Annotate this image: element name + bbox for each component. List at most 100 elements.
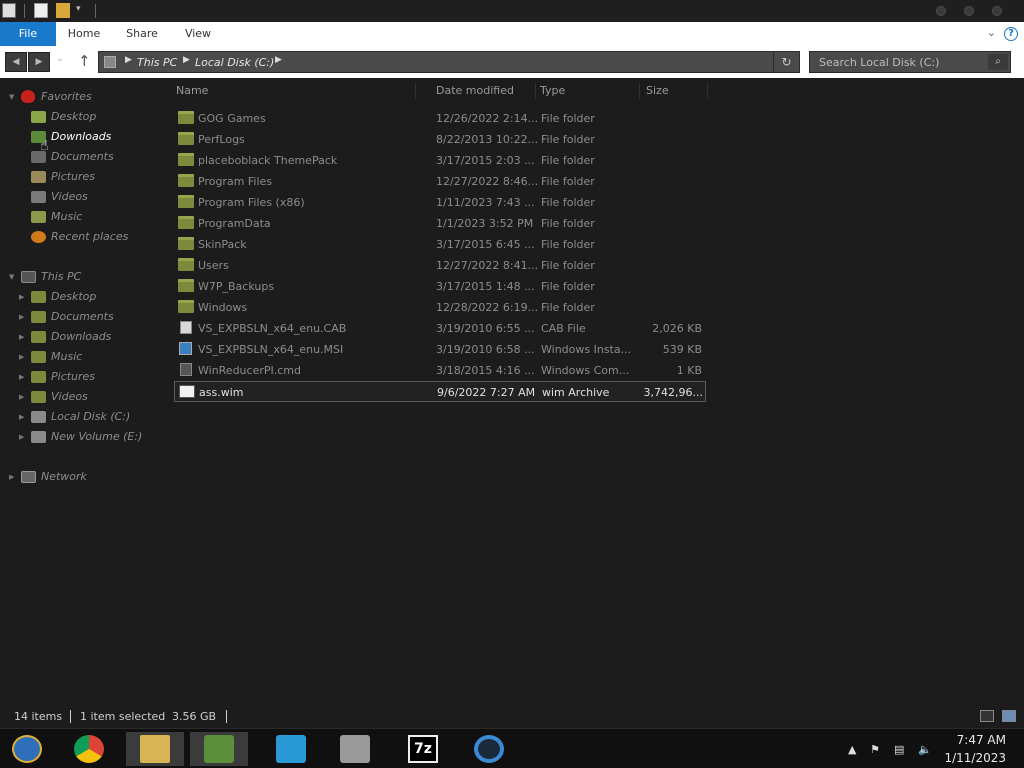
nav-pc-desktop[interactable]: ▶ Desktop: [19, 288, 96, 306]
minimize-button[interactable]: [936, 6, 946, 16]
file-row[interactable]: Windows 12/28/2022 6:19... File folder: [174, 297, 706, 318]
expand-ribbon-icon[interactable]: ⌄: [987, 26, 996, 39]
taskbar-7zip[interactable]: 7z: [394, 732, 452, 766]
collapsed-chevron-icon[interactable]: ▶: [19, 328, 24, 346]
close-button[interactable]: [992, 6, 1002, 16]
up-button[interactable]: ↑: [78, 52, 91, 70]
file-row[interactable]: placeboblack ThemePack 3/17/2015 2:03 ...…: [174, 150, 706, 171]
large-icons-view-icon[interactable]: [1002, 710, 1016, 722]
nav-favorite-downloads[interactable]: Downloads: [31, 128, 111, 146]
clock-date[interactable]: 1/11/2023: [944, 751, 1006, 765]
address-bar[interactable]: ▶ This PC ▶ Local Disk (C:) ▶ ↻: [98, 51, 800, 73]
tab-home[interactable]: Home: [62, 22, 106, 46]
new-folder-icon[interactable]: [56, 3, 70, 18]
forward-button[interactable]: ▶: [28, 52, 50, 72]
nav-favorites-label: Favorites: [41, 90, 92, 103]
expanded-chevron-icon[interactable]: ▼: [9, 88, 14, 106]
network-icon: [21, 471, 36, 483]
file-row[interactable]: SkinPack 3/17/2015 6:45 ... File folder: [174, 234, 706, 255]
collapsed-chevron-icon[interactable]: ▶: [9, 468, 14, 486]
search-icon[interactable]: ⌕: [988, 54, 1008, 70]
nav-pc-new-volume-e-[interactable]: ▶ New Volume (E:): [19, 428, 142, 446]
collapsed-chevron-icon[interactable]: ▶: [19, 348, 24, 366]
file-date-modified: 3/19/2010 6:58 ...: [436, 343, 535, 356]
nav-network[interactable]: ▶ Network: [9, 468, 87, 486]
navigation-pane: ▼ Favorites Desktop Downloads Documents Pic…: [0, 82, 165, 702]
maximize-button[interactable]: [964, 6, 974, 16]
file-row[interactable]: Program Files 12/27/2022 8:46... File fold…: [174, 171, 706, 192]
taskbar-app[interactable]: [460, 732, 518, 766]
recent-locations-icon[interactable]: ⌄: [56, 54, 64, 64]
tab-share[interactable]: Share: [120, 22, 164, 46]
clock-time[interactable]: 7:47 AM: [957, 733, 1006, 747]
music-folder-icon: [31, 211, 46, 223]
nav-favorite-recent-places[interactable]: Recent places: [31, 228, 128, 246]
taskbar-transfer-app[interactable]: [262, 732, 320, 766]
breadcrumb-chevron-icon[interactable]: ▶: [125, 55, 132, 65]
file-row[interactable]: W7P_Backups 3/17/2015 1:48 ... File folder: [174, 276, 706, 297]
file-type: File folder: [541, 301, 595, 314]
nav-pc-music[interactable]: ▶ Music: [19, 348, 82, 366]
taskbar-file-explorer[interactable]: [126, 732, 184, 766]
customize-quick-access-icon[interactable]: ▾: [76, 4, 81, 14]
tab-file[interactable]: File: [0, 22, 56, 46]
network-tray-icon[interactable]: ▤: [894, 743, 904, 756]
nav-pc-videos[interactable]: ▶ Videos: [19, 388, 88, 406]
help-icon[interactable]: ?: [1004, 27, 1018, 41]
nav-favorite-videos[interactable]: Videos: [31, 188, 88, 206]
collapsed-chevron-icon[interactable]: ▶: [19, 368, 24, 386]
taskbar-installer[interactable]: [326, 732, 384, 766]
show-hidden-icons-icon[interactable]: ▲: [848, 743, 856, 756]
file-row[interactable]: PerfLogs 8/22/2013 10:22... File folder: [174, 129, 706, 150]
file-row[interactable]: GOG Games 12/26/2022 2:14... File folder: [174, 108, 706, 129]
taskbar-themes[interactable]: [190, 732, 248, 766]
nav-pc-documents[interactable]: ▶ Documents: [19, 308, 114, 326]
column-header-type[interactable]: Type: [540, 83, 640, 99]
nav-pc-pictures[interactable]: ▶ Pictures: [19, 368, 95, 386]
breadcrumb-this-pc[interactable]: This PC: [137, 56, 177, 69]
file-row[interactable]: VS_EXPBSLN_x64_enu.CAB 3/19/2010 6:55 ...…: [174, 318, 706, 339]
action-center-flag-icon[interactable]: ⚑: [870, 743, 880, 756]
file-date-modified: 12/27/2022 8:41...: [436, 259, 539, 272]
collapsed-chevron-icon[interactable]: ▶: [19, 388, 24, 406]
nav-favorite-documents[interactable]: Documents: [31, 148, 114, 166]
file-row[interactable]: Program Files (x86) 1/11/2023 7:43 ... Fil…: [174, 192, 706, 213]
nav-this-pc[interactable]: ▼ This PC: [9, 268, 81, 286]
nav-favorite-desktop[interactable]: Desktop: [31, 108, 96, 126]
wim-file-icon: [179, 385, 195, 398]
file-row[interactable]: Users 12/27/2022 8:41... File folder: [174, 255, 706, 276]
refresh-icon[interactable]: ↻: [773, 52, 799, 72]
volume-icon[interactable]: 🔈: [918, 743, 932, 756]
nav-favorites[interactable]: ▼ Favorites: [9, 88, 92, 106]
breadcrumb-chevron-icon[interactable]: ▶: [275, 55, 282, 65]
breadcrumb-chevron-icon[interactable]: ▶: [183, 55, 190, 65]
file-row[interactable]: VS_EXPBSLN_x64_enu.MSI 3/19/2010 6:58 ...…: [174, 339, 706, 360]
tab-view[interactable]: View: [176, 22, 220, 46]
window-app-icon[interactable]: [2, 3, 16, 18]
installer-icon: [340, 735, 370, 763]
collapsed-chevron-icon[interactable]: ▶: [19, 408, 24, 426]
expanded-chevron-icon[interactable]: ▼: [9, 268, 14, 286]
file-row[interactable]: ProgramData 1/1/2023 3:52 PM File folder: [174, 213, 706, 234]
details-view-icon[interactable]: [980, 710, 994, 722]
properties-icon[interactable]: [34, 3, 48, 18]
collapsed-chevron-icon[interactable]: ▶: [19, 308, 24, 326]
column-header-name[interactable]: Name: [176, 83, 416, 99]
nav-favorite-pictures[interactable]: Pictures: [31, 168, 95, 186]
back-button[interactable]: ◀: [5, 52, 27, 72]
nav-favorite-music[interactable]: Music: [31, 208, 82, 226]
folder-icon: [178, 258, 194, 271]
collapsed-chevron-icon[interactable]: ▶: [19, 428, 24, 446]
file-row[interactable]: ass.wim 9/6/2022 7:27 AM wim Archive 3,742,…: [174, 381, 706, 402]
column-header-size[interactable]: Size: [646, 83, 708, 99]
column-header-date-modified[interactable]: Date modified: [436, 83, 536, 99]
taskbar-chrome[interactable]: [60, 732, 118, 766]
file-row[interactable]: WinReducerPI.cmd 3/18/2015 4:16 ... Window…: [174, 360, 706, 381]
breadcrumb-local-disk[interactable]: Local Disk (C:): [195, 56, 274, 69]
nav-pc-local-disk-c-[interactable]: ▶ Local Disk (C:): [19, 408, 130, 426]
nav-pc-downloads[interactable]: ▶ Downloads: [19, 328, 111, 346]
search-input[interactable]: Search Local Disk (C:) ⌕: [809, 51, 1011, 73]
start-button[interactable]: [0, 732, 58, 766]
file-type: Windows Insta...: [541, 343, 632, 356]
collapsed-chevron-icon[interactable]: ▶: [19, 288, 24, 306]
